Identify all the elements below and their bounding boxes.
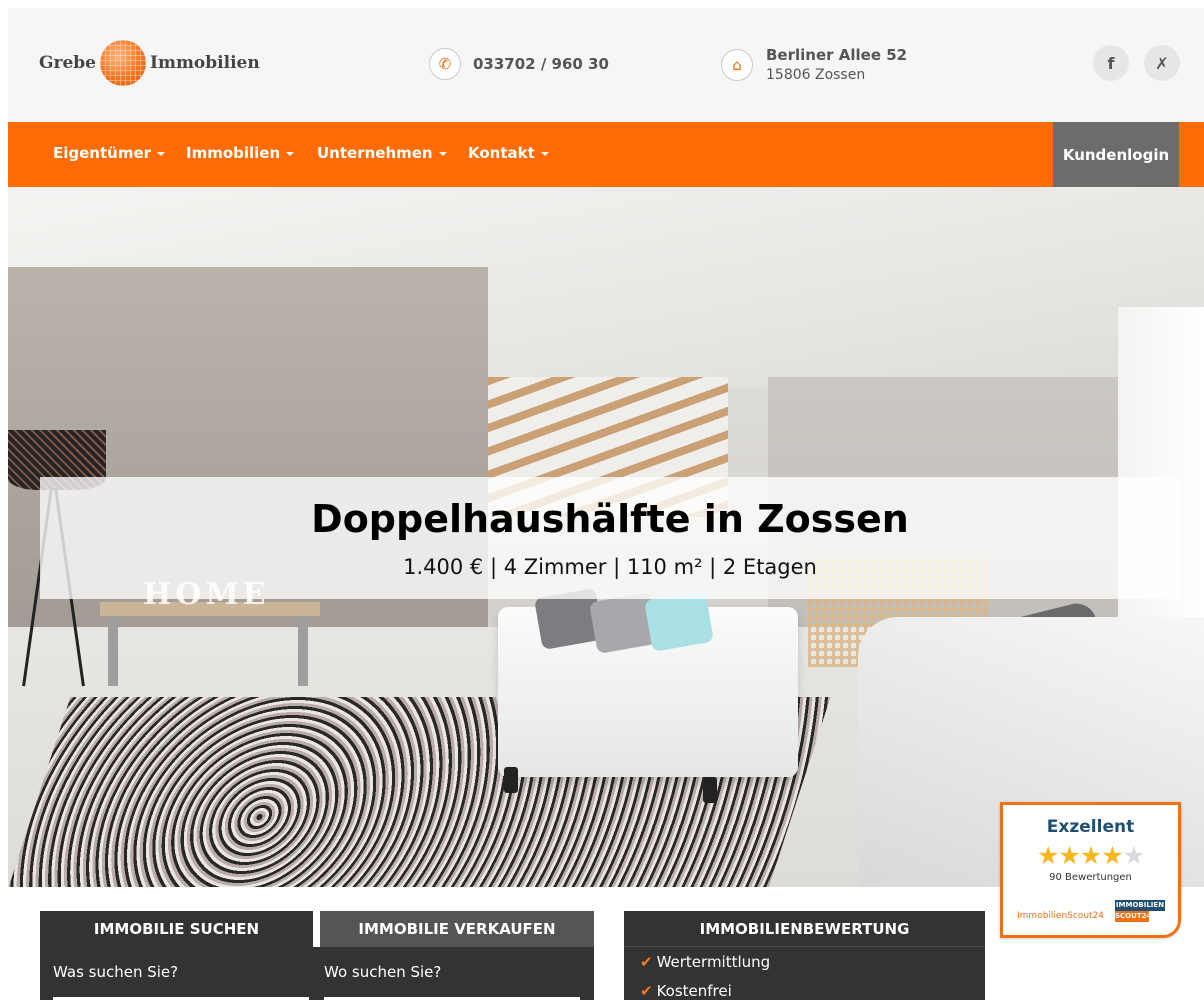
caret-down-icon bbox=[286, 151, 295, 156]
address-city: 15806 Zossen bbox=[766, 67, 866, 83]
rating-count: 90 Bewertungen bbox=[1049, 872, 1132, 883]
evaluation-item-label: Kostenfrei bbox=[656, 982, 732, 1000]
tab-immobilie-suchen[interactable]: IMMOBILIE SUCHEN bbox=[40, 911, 313, 947]
half-star-icon: ★ bbox=[1122, 841, 1145, 870]
phone-number[interactable]: 033702 / 960 30 bbox=[473, 55, 609, 73]
facebook-icon[interactable]: f bbox=[1093, 45, 1129, 81]
evaluation-item: ✔ Kostenfrei bbox=[640, 982, 732, 1000]
caret-down-icon bbox=[438, 151, 447, 156]
customer-login-button[interactable]: Kundenlogin bbox=[1053, 122, 1179, 187]
rating-badge[interactable]: Exzellent ★★★★★ 90 Bewertungen Immobilie… bbox=[1000, 802, 1181, 938]
home-icon: ⌂ bbox=[721, 49, 753, 81]
caret-down-icon bbox=[540, 151, 549, 156]
rating-stars: ★★★★★ bbox=[1036, 841, 1145, 870]
main-navigation: Eigentümer Immobilien Unternehmen Kontak… bbox=[8, 122, 1204, 187]
hero-title[interactable]: Doppelhaushälfte in Zossen bbox=[40, 497, 1180, 541]
where-search-label: Wo suchen Sie? bbox=[324, 963, 442, 981]
nav-item-immobilien[interactable]: Immobilien bbox=[186, 144, 295, 162]
tab-immobilie-verkaufen[interactable]: IMMOBILIE VERKAUFEN bbox=[320, 911, 594, 947]
nav-item-eigentuemer[interactable]: Eigentümer bbox=[53, 144, 166, 162]
search-form: Was suchen Sie? Wo suchen Sie? bbox=[40, 947, 594, 1000]
caret-down-icon bbox=[157, 151, 166, 156]
evaluation-title[interactable]: IMMOBILIENBEWERTUNG bbox=[624, 911, 985, 947]
logo-globe-icon bbox=[100, 40, 146, 86]
check-icon: ✔ bbox=[640, 953, 653, 971]
hero-caption[interactable]: Doppelhaushälfte in Zossen 1.400 € | 4 Z… bbox=[40, 477, 1180, 599]
address-street: Berliner Allee 52 bbox=[766, 46, 908, 64]
address-text: Berliner Allee 52 15806 Zossen bbox=[766, 45, 907, 85]
rating-title: Exzellent bbox=[1046, 817, 1135, 837]
phone-contact[interactable]: ✆ 033702 / 960 30 bbox=[429, 48, 609, 80]
immobilienscout-logo: IMMOBILIEN SCOUT24 bbox=[1115, 900, 1165, 922]
nav-item-kontakt[interactable]: Kontakt bbox=[468, 144, 549, 162]
nav-label: Eigentümer bbox=[53, 144, 152, 162]
page: Grebe Immobilien ✆ 033702 / 960 30 ⌂ Ber… bbox=[0, 0, 1204, 1000]
company-logo[interactable]: Grebe Immobilien bbox=[39, 39, 260, 87]
rating-brand: ImmobilienScout24 bbox=[1017, 911, 1105, 921]
logo-top-text: IMMOBILIEN bbox=[1115, 900, 1165, 911]
logo-bottom-text: SCOUT24 bbox=[1115, 911, 1152, 922]
hero-image-pillow bbox=[643, 590, 715, 652]
hero-image-sofa-leg bbox=[703, 777, 717, 803]
hero-image-console-legs bbox=[108, 616, 308, 686]
address-contact: ⌂ Berliner Allee 52 15806 Zossen bbox=[721, 45, 907, 85]
nav-label: Unternehmen bbox=[317, 144, 433, 162]
nav-item-unternehmen[interactable]: Unternehmen bbox=[317, 144, 447, 162]
logo-text-left: Grebe bbox=[39, 53, 96, 73]
hero-image-sofa-leg bbox=[504, 767, 518, 793]
evaluation-item: ✔ Wertermittlung bbox=[640, 953, 770, 971]
hero-subtitle: 1.400 € | 4 Zimmer | 110 m² | 2 Etagen bbox=[403, 555, 817, 579]
evaluation-panel[interactable]: IMMOBILIENBEWERTUNG ✔ Wertermittlung ✔ Kos… bbox=[624, 911, 985, 1000]
xing-icon[interactable]: ✗ bbox=[1144, 45, 1180, 81]
evaluation-item-label: Wertermittlung bbox=[656, 953, 771, 971]
check-icon: ✔ bbox=[640, 982, 653, 1000]
nav-label: Immobilien bbox=[186, 144, 281, 162]
phone-icon: ✆ bbox=[429, 48, 461, 80]
logo-text-right: Immobilien bbox=[150, 53, 260, 73]
what-search-label: Was suchen Sie? bbox=[53, 963, 179, 981]
hero-image-sofa bbox=[498, 588, 798, 803]
nav-label: Kontakt bbox=[468, 144, 535, 162]
site-header: Grebe Immobilien ✆ 033702 / 960 30 ⌂ Ber… bbox=[8, 8, 1204, 122]
hero-slider[interactable]: HOME Doppelhaushälfte in Zossen 1.400 € … bbox=[8, 187, 1204, 887]
